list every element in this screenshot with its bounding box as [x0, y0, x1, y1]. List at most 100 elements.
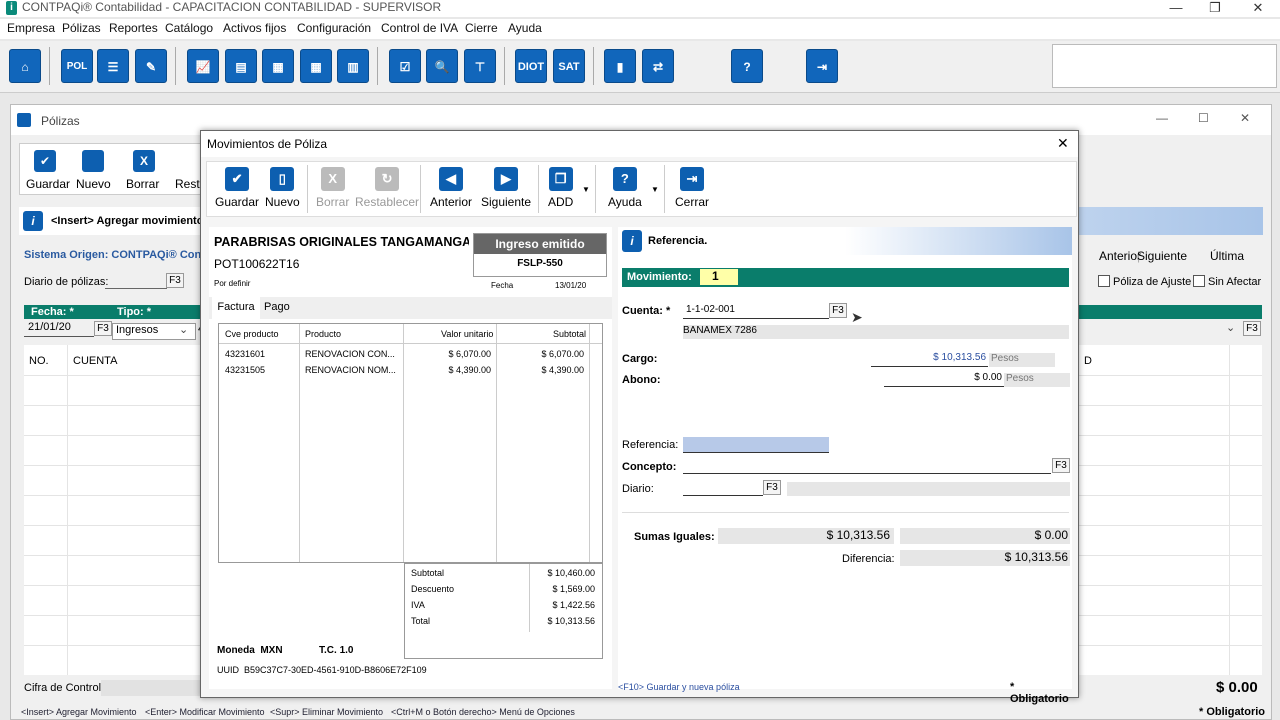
concepto-f3-button[interactable]: F3 [1052, 458, 1070, 473]
chevron-down-icon[interactable]: ⌄ [1226, 321, 1235, 334]
tab-pago[interactable]: Pago [264, 301, 290, 313]
cuenta-f3-button[interactable]: F3 [829, 303, 847, 318]
diario-label: Diario: [622, 483, 654, 495]
dialog-close-button[interactable]: ✕ [1057, 135, 1069, 152]
restore-button[interactable]: ❐ [1205, 0, 1225, 16]
sin-afectar-checkbox[interactable] [1193, 275, 1205, 287]
menu-reportes[interactable]: Reportes [109, 21, 158, 35]
referencia-input[interactable] [683, 437, 829, 453]
cerrar-button[interactable]: ⇥ Cerrar [675, 167, 709, 209]
user-help-icon[interactable]: ? [731, 49, 763, 83]
menu-empresa[interactable]: Empresa [7, 21, 55, 35]
concepto-f3-button[interactable]: F3 [1243, 321, 1261, 336]
diario-f3-button[interactable]: F3 [763, 480, 781, 495]
ayuda-dropdown-icon[interactable]: ▼ [651, 185, 659, 194]
anterior-button[interactable]: ◀ Anterior [430, 167, 472, 209]
polizas-siguiente-button[interactable]: Siguiente [1137, 249, 1187, 263]
fecha-f3-button[interactable]: F3 [94, 321, 112, 336]
restablecer-button[interactable]: ↻ Restablecer [355, 167, 419, 209]
search-doc-icon[interactable]: 🔍 [426, 49, 458, 83]
checklist-icon[interactable]: ☑ [389, 49, 421, 83]
polizas-save-button[interactable]: Guardar [26, 177, 70, 191]
polizas-new-button[interactable]: Nuevo [76, 177, 111, 191]
row-producto: RENOVACION CON... [305, 349, 395, 359]
balance-icon[interactable]: ⊤ [464, 49, 496, 83]
info-icon: i [23, 211, 43, 231]
app-logo-icon: i [6, 1, 17, 15]
grid-icon[interactable]: ▥ [337, 49, 369, 83]
check-icon: ✔ [225, 167, 250, 191]
polizas-anterior-button[interactable]: Anterior [1099, 249, 1141, 263]
poliza-ajuste-checkbox[interactable] [1098, 275, 1110, 287]
home-icon[interactable]: ⌂ [9, 49, 41, 83]
polizas-new-icon[interactable] [82, 150, 104, 172]
menu-ayuda[interactable]: Ayuda [508, 21, 542, 35]
edit-pol-icon[interactable]: ✎ [135, 49, 167, 83]
fecha-input[interactable]: 21/01/20 [24, 321, 94, 337]
polizas-ultima-button[interactable]: Última [1210, 249, 1244, 263]
tipo-cambio: T.C. 1.0 [319, 645, 354, 656]
borrar-button[interactable]: X Borrar [316, 167, 349, 209]
minimize-button[interactable]: — [1166, 0, 1186, 15]
polizas-delete-button[interactable]: Borrar [126, 177, 159, 191]
invoice-totals: Subtotal $ 10,460.00 Descuento $ 1,569.0… [404, 563, 603, 659]
exit-icon[interactable]: ⇥ [806, 49, 838, 83]
abono-input[interactable]: $ 0.00 [884, 372, 1004, 387]
table-row[interactable]: 43231601 RENOVACION CON... $ 6,070.00 $ … [219, 349, 589, 363]
calc2-icon[interactable]: ▦ [300, 49, 332, 83]
toolbar-separator [664, 165, 665, 213]
col-no: NO. [29, 355, 49, 367]
menu-catalogo[interactable]: Catálogo [165, 21, 213, 35]
polizas-nav: Anterior | Siguiente Última [1081, 245, 1261, 265]
table-row[interactable]: 43231505 RENOVACION NOM... $ 4,390.00 $ … [219, 365, 589, 379]
menu-control-iva[interactable]: Control de IVA [381, 21, 458, 35]
ayuda-button[interactable]: ? Ayuda [608, 167, 642, 209]
diot-icon[interactable]: DIOT [515, 49, 547, 83]
toolbar-separator [504, 47, 505, 85]
menu-polizas[interactable]: Pólizas [62, 21, 101, 35]
menu-cierre[interactable]: Cierre [465, 21, 498, 35]
cuenta-input[interactable]: 1-1-02-001 [683, 304, 829, 319]
invoice-panel: PARABRISAS ORIGINALES TANGAMANGA S POT10… [209, 227, 612, 689]
add-dropdown-icon[interactable]: ▼ [582, 185, 590, 194]
chart-icon[interactable]: 📈 [187, 49, 219, 83]
ledger-icon[interactable]: ▤ [225, 49, 257, 83]
menu-configuracion[interactable]: Configuración [297, 21, 371, 35]
doc-transfer-icon[interactable]: ⇄ [642, 49, 674, 83]
tab-factura[interactable]: Factura [212, 297, 260, 319]
chevron-down-icon[interactable]: ⌄ [179, 323, 188, 336]
polizas-maximize-button[interactable]: ☐ [1198, 111, 1209, 125]
cargo-currency: Pesos [989, 353, 1055, 367]
add-icon: ❐ [548, 167, 573, 191]
concepto-input[interactable] [683, 459, 1051, 474]
polizas-close-button[interactable]: ✕ [1240, 111, 1250, 125]
polizas-minimize-button[interactable]: — [1156, 111, 1168, 125]
total-value: $ 10,313.56 [547, 616, 595, 626]
cargo-input[interactable]: $ 10,313.56 [871, 352, 988, 367]
row-producto: RENOVACION NOM... [305, 365, 396, 375]
bar-report-icon[interactable]: ▮ [604, 49, 636, 83]
info-icon: i [622, 230, 642, 252]
diario-input[interactable] [683, 481, 763, 496]
sat-icon[interactable]: SAT [553, 49, 585, 83]
invoice-status: Ingreso emitido [474, 234, 606, 254]
close-button[interactable]: ✕ [1248, 0, 1268, 16]
pol-icon[interactable]: POL [61, 49, 93, 83]
diario-polizas-f3-button[interactable]: F3 [166, 273, 184, 288]
add-button[interactable]: ❐ ADD [548, 167, 573, 209]
polizas-delete-icon[interactable]: X [133, 150, 155, 172]
calc-icon[interactable]: ▦ [262, 49, 294, 83]
cifra-control-input[interactable] [101, 680, 201, 696]
exit-icon: ⇥ [680, 167, 704, 191]
nuevo-button[interactable]: ▯ Nuevo [265, 167, 300, 209]
toolbar-separator [307, 165, 308, 213]
abono-currency: Pesos [1004, 373, 1070, 387]
menu-activos-fijos[interactable]: Activos fijos [223, 21, 286, 35]
siguiente-button[interactable]: ▶ Siguiente [481, 167, 531, 209]
ref-title: Referencia. [648, 235, 708, 247]
diario-polizas-input[interactable] [105, 273, 167, 289]
next-icon: ▶ [494, 167, 519, 191]
guardar-button[interactable]: ✔ Guardar [215, 167, 259, 209]
polizas-save-icon[interactable]: ✔ [34, 150, 56, 172]
list-icon[interactable]: ☰ [97, 49, 129, 83]
